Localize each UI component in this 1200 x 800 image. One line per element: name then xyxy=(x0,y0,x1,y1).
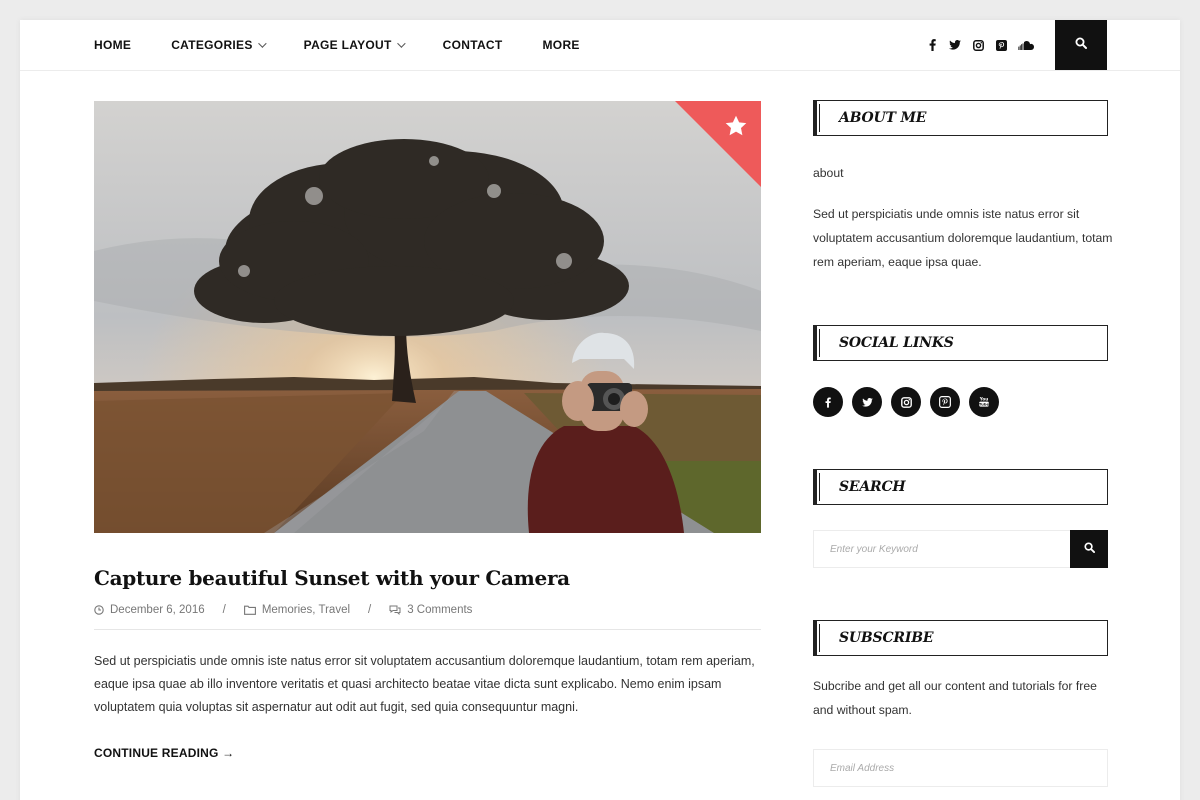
widget-title-subscribe: SUBSCRIBE xyxy=(813,620,1108,656)
subscribe-form xyxy=(813,749,1108,787)
pinterest-icon[interactable] xyxy=(930,387,960,417)
search-input[interactable] xyxy=(814,531,1070,567)
post-comments[interactable]: 3 Comments xyxy=(389,604,472,616)
youtube-icon[interactable]: You Tube xyxy=(969,387,999,417)
post-comments-text: 3 Comments xyxy=(407,604,473,616)
post-date-text: December 6, 2016 xyxy=(110,604,205,616)
widget-title-text: ABOUT ME xyxy=(839,110,927,126)
nav-item-page-layout[interactable]: PAGE LAYOUT xyxy=(303,38,406,52)
pinterest-icon[interactable] xyxy=(995,39,1007,51)
nav-item-label: CATEGORIES xyxy=(171,38,253,52)
chevron-down-icon xyxy=(257,39,267,48)
instagram-icon[interactable] xyxy=(972,39,984,51)
post-meta: December 6, 2016 / Memories, Travel / 3 … xyxy=(94,604,761,630)
widget-title-text: SUBSCRIBE xyxy=(839,630,934,646)
comments-icon xyxy=(389,605,401,615)
widget-title-about: ABOUT ME xyxy=(813,100,1108,136)
nav-item-label: MORE xyxy=(542,38,580,52)
nav-item-more[interactable]: MORE xyxy=(543,38,580,52)
post-title[interactable]: Capture beautiful Sunset with your Camer… xyxy=(94,566,570,590)
featured-image[interactable] xyxy=(94,101,761,533)
nav-item-label: HOME xyxy=(94,38,132,52)
meta-separator: / xyxy=(222,604,226,616)
page: HOME CATEGORIES PAGE LAYOUT CONTACT MORE xyxy=(20,20,1180,800)
nav-item-contact[interactable]: CONTACT xyxy=(443,38,503,52)
sunset-photo xyxy=(94,101,761,533)
post-categories[interactable]: Memories, Travel xyxy=(243,604,351,616)
twitter-icon[interactable] xyxy=(949,39,961,51)
sidebar-search-button[interactable] xyxy=(1070,530,1108,568)
post-categories-text: Memories, Travel xyxy=(261,604,351,616)
sidebar-search-form xyxy=(813,530,1108,568)
facebook-icon[interactable] xyxy=(813,387,843,417)
about-subtitle: about xyxy=(813,166,844,180)
svg-text:Tube: Tube xyxy=(979,402,990,407)
subscribe-text: Subcribe and get all our content and tut… xyxy=(813,679,1097,717)
instagram-icon[interactable] xyxy=(891,387,921,417)
star-icon xyxy=(723,113,749,139)
nav-item-home[interactable]: HOME xyxy=(94,38,131,52)
post-date[interactable]: December 6, 2016 xyxy=(94,604,205,616)
top-navigation-bar: HOME CATEGORIES PAGE LAYOUT CONTACT MORE xyxy=(20,20,1180,71)
widget-title-text: SEARCH xyxy=(839,479,906,495)
widget-title-text: SOCIAL LINKS xyxy=(839,335,954,351)
sidebar-social-links: You Tube xyxy=(813,387,999,417)
header-social-links xyxy=(926,20,1034,70)
header-search-button[interactable] xyxy=(1055,20,1107,70)
facebook-icon[interactable] xyxy=(926,39,938,51)
chevron-down-icon xyxy=(396,39,406,48)
post-excerpt: Sed ut perspiciatis unde omnis iste natu… xyxy=(94,654,755,714)
search-icon xyxy=(1075,36,1087,54)
nav-item-label: PAGE LAYOUT xyxy=(303,38,392,52)
clock-icon xyxy=(94,605,104,615)
widget-title-search: SEARCH xyxy=(813,469,1108,505)
nav-item-label: CONTACT xyxy=(442,38,503,52)
email-field[interactable] xyxy=(814,750,1107,786)
about-text: Sed ut perspiciatis unde omnis iste natu… xyxy=(813,207,1113,269)
widget-title-social: SOCIAL LINKS xyxy=(813,325,1108,361)
folder-icon xyxy=(243,605,256,615)
main-nav: HOME CATEGORIES PAGE LAYOUT CONTACT MORE xyxy=(94,20,620,70)
twitter-icon[interactable] xyxy=(852,387,882,417)
continue-reading-link[interactable]: CONTINUE READING → xyxy=(94,746,234,760)
search-icon xyxy=(1083,540,1095,558)
meta-separator: / xyxy=(368,604,372,616)
nav-item-categories[interactable]: CATEGORIES xyxy=(171,38,267,52)
soundcloud-icon[interactable] xyxy=(1018,39,1034,51)
